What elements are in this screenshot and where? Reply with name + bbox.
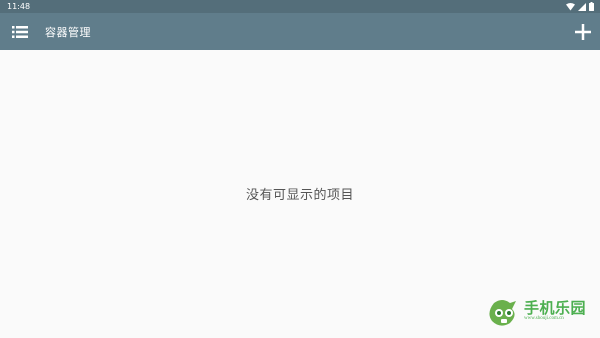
wifi-icon: [566, 2, 575, 10]
battery-icon: [589, 2, 594, 11]
empty-state-message: 没有可显示的项目: [245, 188, 354, 203]
page-title: 容器管理: [45, 25, 91, 39]
status-bar: 11:48: [0, 0, 600, 13]
watermark-brand: 手机乐园: [524, 299, 587, 317]
status-icons: [566, 2, 594, 11]
watermark-url: www.shouji.com.cn: [524, 316, 564, 321]
plus-icon: [575, 24, 591, 40]
main-content: 没有可显示的项目: [0, 50, 600, 338]
status-time: 11:48: [7, 2, 31, 11]
app-bar: 容器管理: [0, 13, 600, 50]
signal-icon: [578, 2, 586, 11]
menu-button[interactable]: [0, 13, 40, 50]
add-button[interactable]: [572, 21, 594, 43]
watermark-logo-icon: [489, 300, 516, 326]
watermark: 手机乐园 www.shouji.com.cn: [488, 297, 590, 329]
list-icon: [12, 25, 28, 38]
